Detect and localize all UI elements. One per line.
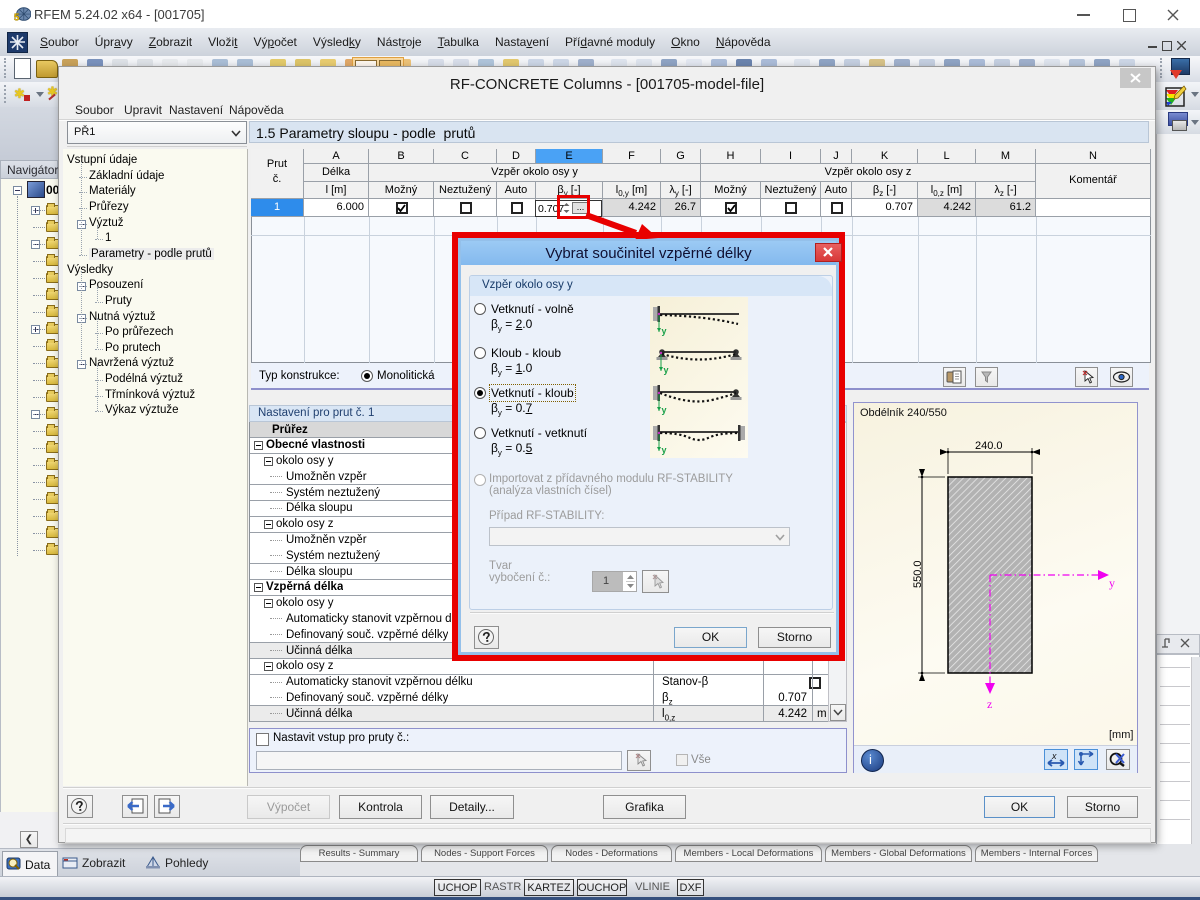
svg-text:5: 5 <box>14 12 20 23</box>
svg-text:y: y <box>1109 576 1115 590</box>
svg-text:y: y <box>664 365 669 375</box>
svg-text:550.0: 550.0 <box>912 560 924 588</box>
svg-text:x: x <box>1051 751 1057 761</box>
svg-text:y: y <box>662 326 667 336</box>
svg-text:z: z <box>987 697 992 711</box>
svg-text:240.0: 240.0 <box>975 440 1003 452</box>
svg-text:y: y <box>662 405 667 415</box>
svg-text:y: y <box>662 445 667 455</box>
